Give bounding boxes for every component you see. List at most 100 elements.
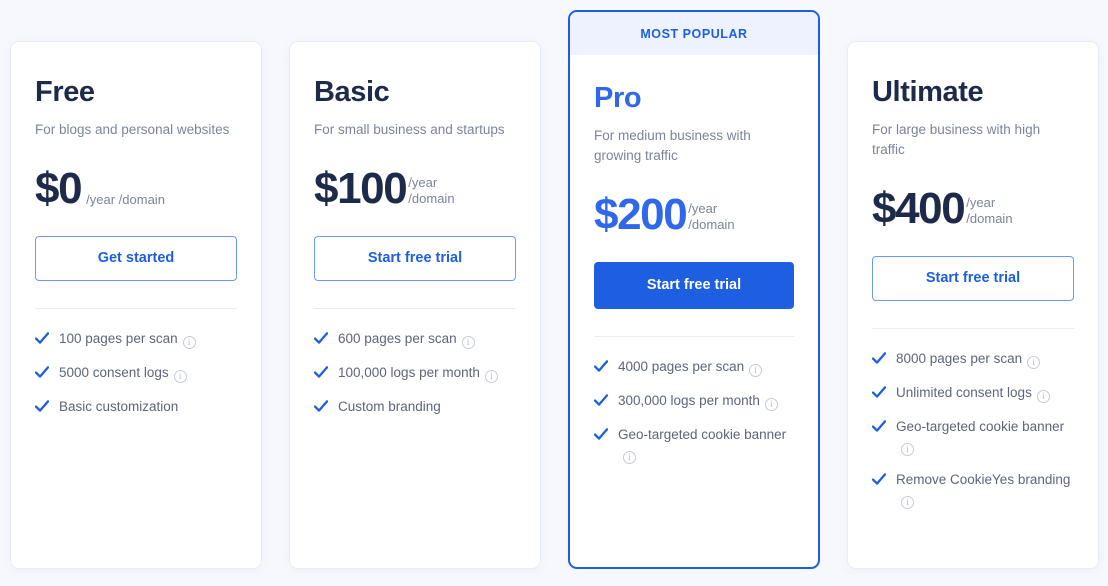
info-icon[interactable]: i bbox=[901, 442, 914, 456]
feature-label: 8000 pages per scan i bbox=[896, 349, 1041, 369]
price-unit: /year /domain bbox=[86, 191, 165, 207]
plan-card-body: Pro For medium business with growing traf… bbox=[570, 55, 818, 464]
plan-description: For medium business with growing traffic bbox=[594, 128, 751, 163]
info-icon[interactable]: i bbox=[1027, 355, 1041, 369]
check-icon bbox=[35, 363, 49, 381]
cta-button-pro[interactable]: Start free trial bbox=[594, 261, 794, 309]
check-icon bbox=[594, 357, 608, 375]
feature-list: 8000 pages per scan i Unlimited consent lo… bbox=[872, 349, 1074, 509]
check-icon bbox=[314, 329, 328, 347]
feature-label: 4000 pages per scan i bbox=[618, 357, 763, 377]
price-amount: $400 bbox=[872, 184, 966, 233]
price-amount: $200 bbox=[594, 190, 688, 239]
plan-name: Ultimate bbox=[872, 76, 984, 108]
info-icon[interactable]: i bbox=[764, 397, 778, 411]
feature-label: 100,000 logs per month i bbox=[338, 363, 498, 383]
plan-description: For large business with high traffic bbox=[872, 122, 1041, 157]
feature-label-text: 600 pages per scan bbox=[338, 330, 457, 346]
check-icon bbox=[35, 397, 49, 415]
info-icon[interactable]: i bbox=[901, 495, 914, 509]
feature-label: 5000 consent logs i bbox=[59, 363, 187, 383]
price-unit: /year /domain bbox=[688, 200, 735, 232]
feature-label: 600 pages per scan i bbox=[338, 329, 475, 349]
feature-list: 100 pages per scan i 5000 consent logs i Bas… bbox=[35, 329, 237, 416]
plan-description: For small business and startups bbox=[314, 122, 505, 137]
feature-item: 100 pages per scan i bbox=[35, 329, 237, 349]
price-unit: /year /domain bbox=[408, 174, 455, 206]
plan-card-pro: MOST POPULAR Pro For medium business with … bbox=[568, 10, 820, 569]
feature-label: Remove CookieYes branding i bbox=[896, 470, 1074, 509]
info-icon[interactable]: i bbox=[749, 363, 763, 377]
divider bbox=[594, 335, 794, 337]
feature-label-text: 100 pages per scan bbox=[59, 330, 178, 346]
feature-label: Unlimited consent logs i bbox=[896, 383, 1050, 403]
info-icon[interactable]: i bbox=[173, 369, 187, 383]
plan-card-free: Free For blogs and personal websites $0/ye… bbox=[10, 41, 262, 569]
pricing-plans-grid: Free For blogs and personal websites $0/ye… bbox=[0, 0, 1108, 586]
check-icon bbox=[35, 329, 49, 347]
cta-button-free[interactable]: Get started bbox=[35, 235, 237, 281]
feature-label-text: Unlimited consent logs bbox=[896, 384, 1032, 400]
most-popular-badge: MOST POPULAR bbox=[570, 12, 818, 55]
plan-price: $0/year /domain bbox=[35, 164, 237, 213]
plan-name: Free bbox=[35, 76, 95, 108]
plan-description: For blogs and personal websites bbox=[35, 122, 230, 137]
feature-item: Geo-targeted cookie banner i bbox=[594, 425, 794, 464]
plan-price: $200/year /domain bbox=[594, 190, 794, 239]
info-icon[interactable]: i bbox=[484, 369, 498, 383]
feature-label-text: 300,000 logs per month bbox=[618, 392, 760, 408]
divider bbox=[35, 307, 237, 309]
check-icon bbox=[314, 363, 328, 381]
feature-item: Remove CookieYes branding i bbox=[872, 470, 1074, 509]
check-icon bbox=[594, 425, 608, 443]
feature-label-text: 8000 pages per scan bbox=[896, 350, 1023, 366]
feature-item: Unlimited consent logs i bbox=[872, 383, 1074, 403]
feature-item: 8000 pages per scan i bbox=[872, 349, 1074, 369]
feature-item: 600 pages per scan i bbox=[314, 329, 516, 349]
divider bbox=[314, 307, 516, 309]
plan-card-body: Basic For small business and startups $100… bbox=[314, 42, 516, 416]
info-icon[interactable]: i bbox=[623, 450, 636, 464]
divider bbox=[872, 327, 1074, 329]
info-icon[interactable]: i bbox=[1036, 389, 1050, 403]
plan-price: $100/year /domain bbox=[314, 164, 516, 213]
feature-label: 300,000 logs per month i bbox=[618, 391, 778, 411]
plan-name: Pro bbox=[594, 82, 642, 114]
check-icon bbox=[872, 349, 886, 367]
feature-list: 4000 pages per scan i 300,000 logs per mon… bbox=[594, 357, 794, 464]
feature-label-text: 4000 pages per scan bbox=[618, 358, 745, 374]
plan-card-basic: Basic For small business and startups $100… bbox=[289, 41, 541, 569]
check-icon bbox=[872, 470, 886, 488]
feature-item: Basic customization bbox=[35, 397, 237, 416]
feature-list: 600 pages per scan i 100,000 logs per mont… bbox=[314, 329, 516, 416]
plan-card-body: Free For blogs and personal websites $0/ye… bbox=[35, 42, 237, 416]
feature-label: Geo-targeted cookie banner i bbox=[896, 417, 1074, 456]
feature-item: 100,000 logs per month i bbox=[314, 363, 516, 383]
feature-item: Geo-targeted cookie banner i bbox=[872, 417, 1074, 456]
info-icon[interactable]: i bbox=[461, 335, 475, 349]
feature-label-text: 5000 consent logs bbox=[59, 364, 169, 380]
cta-button-ultimate[interactable]: Start free trial bbox=[872, 255, 1074, 301]
check-icon bbox=[872, 417, 886, 435]
feature-label-text: Basic customization bbox=[59, 398, 179, 414]
price-amount: $100 bbox=[314, 164, 408, 213]
price-amount: $0 bbox=[35, 164, 83, 213]
feature-label: Geo-targeted cookie banner i bbox=[618, 425, 794, 464]
plan-name: Basic bbox=[314, 76, 390, 108]
feature-label-text: Custom branding bbox=[338, 398, 441, 414]
info-icon[interactable]: i bbox=[182, 335, 196, 349]
feature-label-text: 100,000 logs per month bbox=[338, 364, 480, 380]
feature-label-text: Remove CookieYes branding bbox=[896, 471, 1071, 487]
feature-item: Custom branding bbox=[314, 397, 516, 416]
feature-item: 300,000 logs per month i bbox=[594, 391, 794, 411]
plan-price: $400/year /domain bbox=[872, 184, 1074, 233]
plan-card-ultimate: Ultimate For large business with high tra… bbox=[847, 41, 1099, 569]
feature-item: 5000 consent logs i bbox=[35, 363, 237, 383]
feature-label: Custom branding bbox=[338, 397, 441, 416]
feature-label: 100 pages per scan i bbox=[59, 329, 196, 349]
cta-button-basic[interactable]: Start free trial bbox=[314, 235, 516, 281]
price-unit: /year /domain bbox=[966, 194, 1013, 226]
feature-item: 4000 pages per scan i bbox=[594, 357, 794, 377]
feature-label: Basic customization bbox=[59, 397, 178, 416]
check-icon bbox=[872, 383, 886, 401]
